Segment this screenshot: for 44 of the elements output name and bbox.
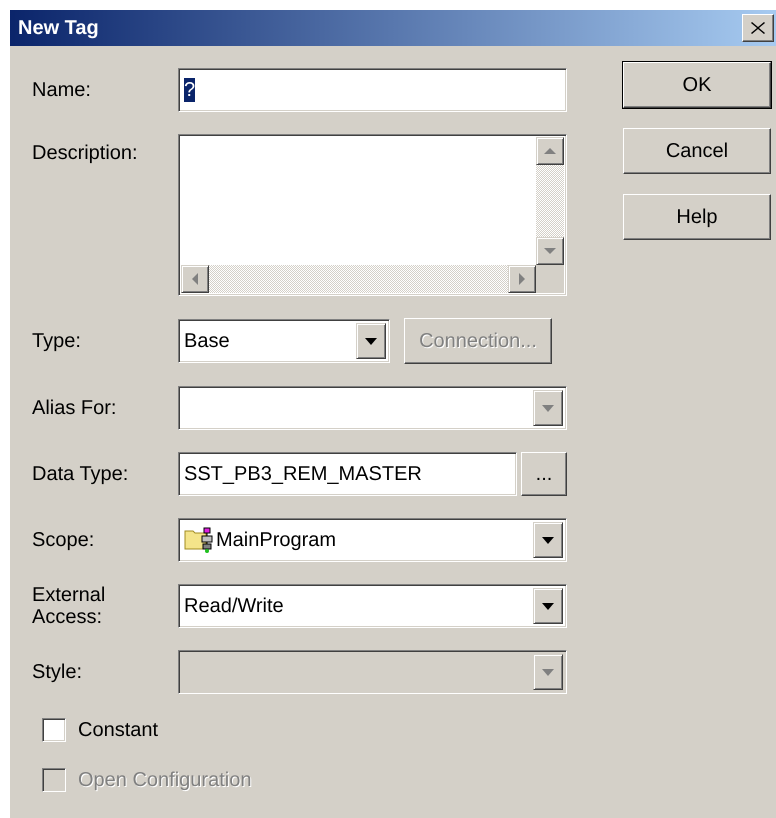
dropdown-button[interactable] <box>533 588 563 624</box>
right-arrow-icon <box>518 273 526 285</box>
dropdown[interactable]: Base <box>178 319 390 363</box>
dropdown[interactable]: MainProgram <box>178 518 567 562</box>
field-value: MainProgram <box>216 528 338 552</box>
dialog-button[interactable]: Cancel <box>623 128 771 174</box>
field-label: Style: <box>32 661 84 683</box>
caret-icon <box>542 668 554 676</box>
vertical-scrollbar[interactable] <box>536 137 564 265</box>
field-label: Description: <box>32 141 139 164</box>
field-label: External Access: <box>32 584 106 628</box>
field-value: ? <box>184 78 196 102</box>
close-icon <box>751 22 765 34</box>
description-text-area[interactable] <box>178 134 567 296</box>
window-title: New Tag <box>18 16 99 40</box>
field-label: Name: <box>32 79 92 101</box>
scrollbar-corner <box>536 265 564 293</box>
dialog-button[interactable]: OK <box>623 62 771 108</box>
field-value: Base <box>184 329 231 353</box>
caret-icon <box>365 338 377 344</box>
field-label: Alias For: <box>32 397 118 419</box>
up-arrow-icon <box>544 147 556 155</box>
dropdown-button[interactable] <box>533 522 563 558</box>
dialog-button[interactable]: Help <box>623 194 771 240</box>
checkbox[interactable] <box>42 718 66 742</box>
browse-button[interactable]: ... <box>521 452 567 496</box>
close-button[interactable] <box>742 14 774 42</box>
checkbox-label: Open Configuration <box>78 768 252 792</box>
left-arrow-icon <box>191 273 199 285</box>
field-label: Data Type: <box>32 463 130 485</box>
down-arrow-icon <box>544 247 556 255</box>
field-label: Type: <box>32 330 82 352</box>
horizontal-scrollbar[interactable] <box>181 265 564 293</box>
field-value: SST_PB3_REM_MASTER <box>184 462 422 486</box>
caret-icon <box>542 404 554 412</box>
field-value: Read/Write <box>184 594 285 618</box>
name-input-field[interactable]: ? <box>178 68 567 112</box>
caret-icon <box>542 602 554 610</box>
caret-icon <box>542 536 554 544</box>
data-type-input-field[interactable]: SST_PB3_REM_MASTER <box>178 452 517 496</box>
checkbox-label: Constant <box>78 718 158 742</box>
field-label: Scope: <box>32 529 96 551</box>
dropdown-button[interactable] <box>356 323 386 359</box>
dropdown[interactable]: Read/Write <box>178 584 567 628</box>
